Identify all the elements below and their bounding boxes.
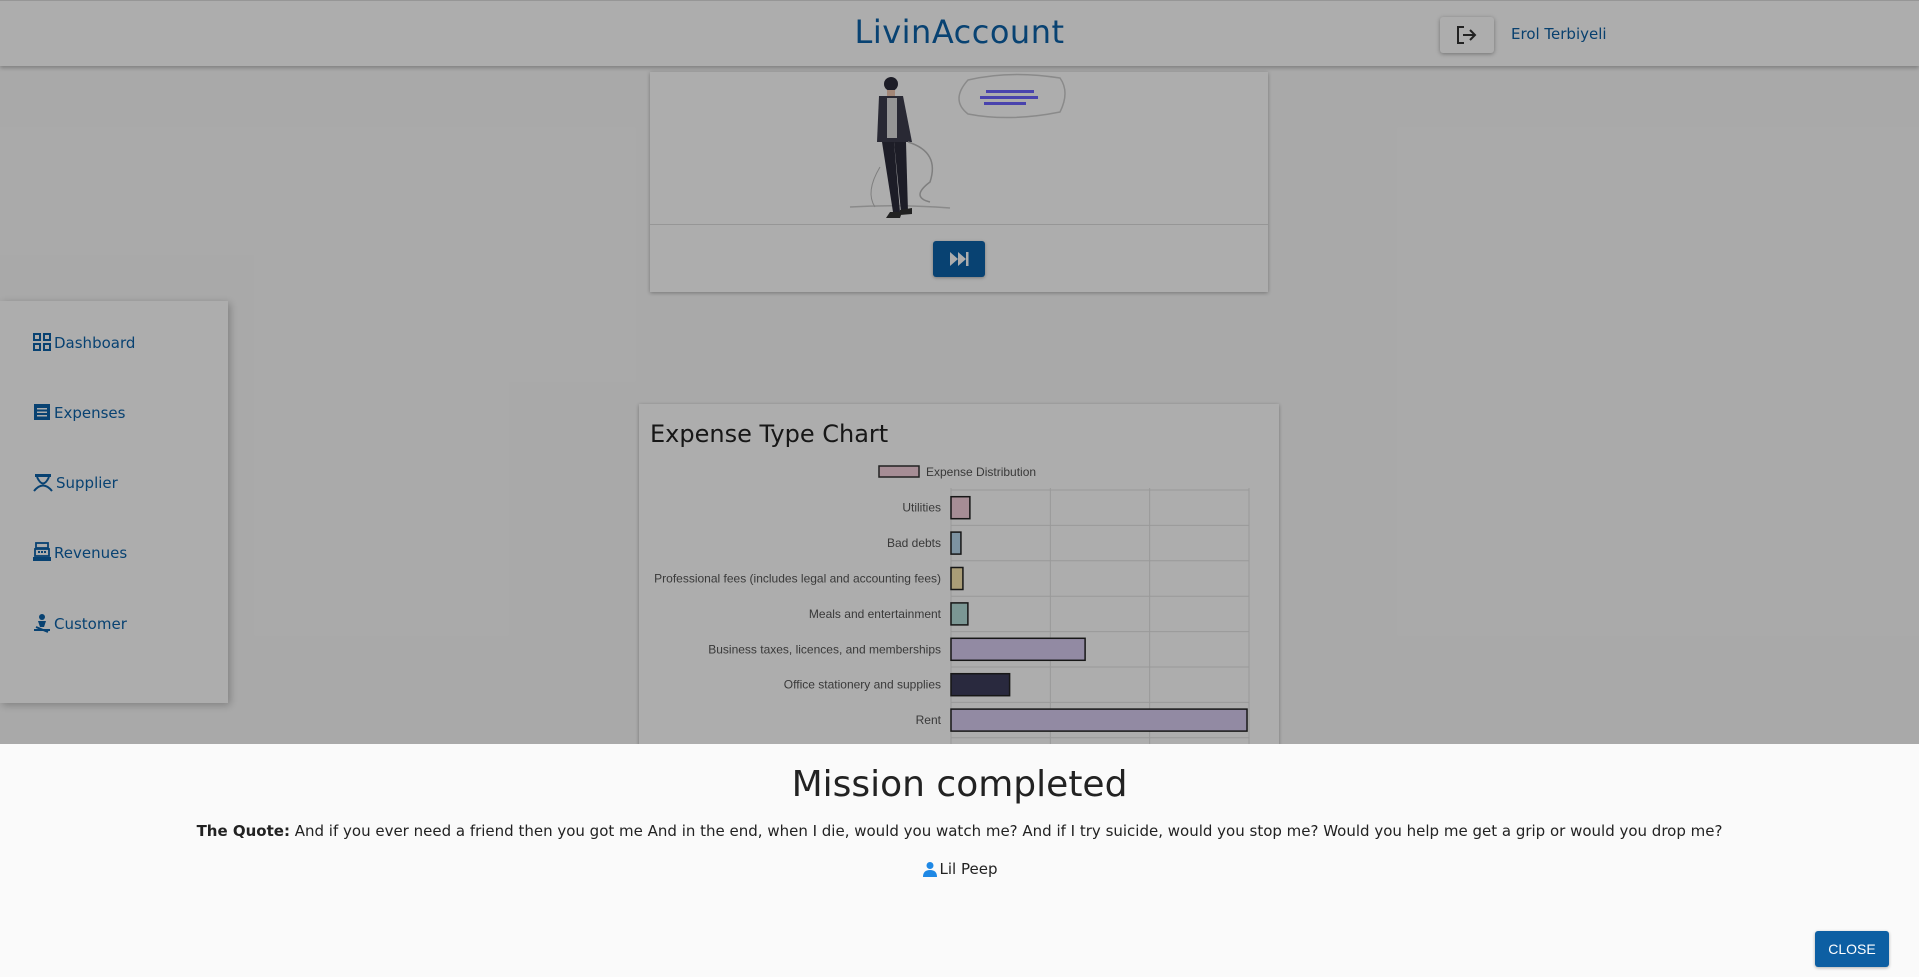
user-icon: [922, 862, 937, 877]
quote-text: And if you ever need a friend then you g…: [294, 822, 1723, 840]
modal-backdrop[interactable]: [0, 0, 1919, 744]
quote-line: The Quote: And if you ever need a friend…: [0, 822, 1919, 840]
mission-completed-sheet: Mission completed The Quote: And if you …: [0, 744, 1919, 977]
sheet-title: Mission completed: [791, 764, 1128, 805]
quote-label: The Quote:: [196, 822, 290, 840]
close-button[interactable]: CLOSE: [1815, 931, 1889, 967]
author-line: Lil Peep: [0, 860, 1919, 878]
author-name: Lil Peep: [939, 860, 998, 878]
